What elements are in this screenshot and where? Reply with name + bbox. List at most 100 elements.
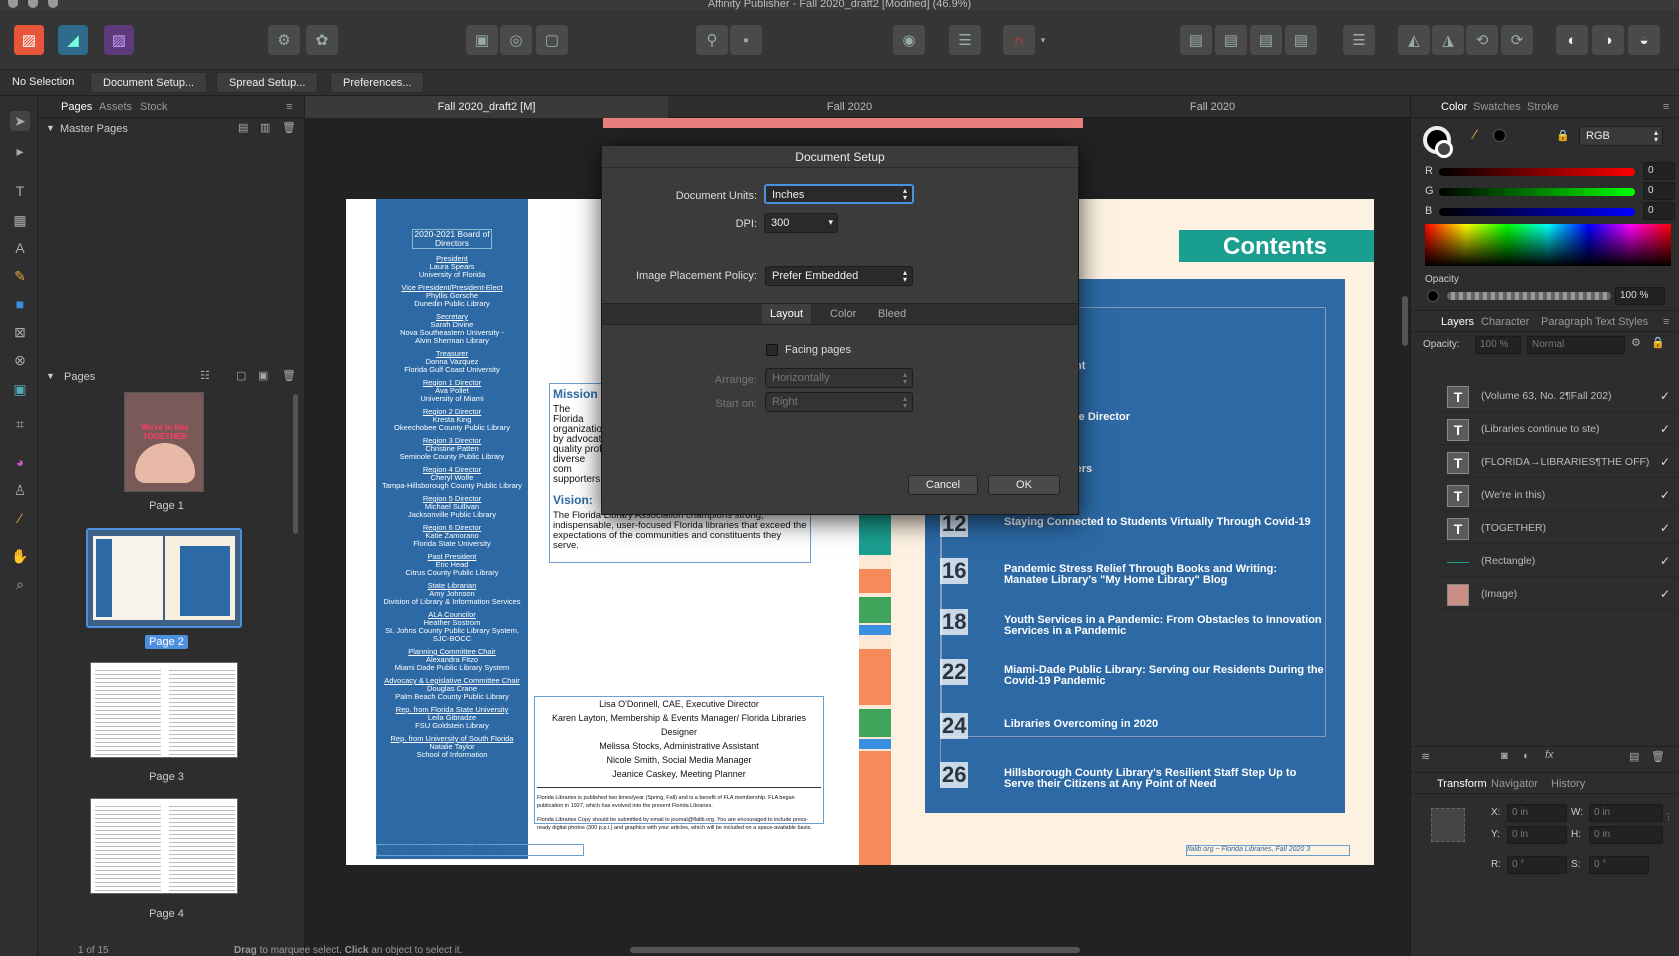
dpi-combo[interactable]: 300 ▾ bbox=[764, 213, 838, 233]
layer-row[interactable]: T (Libraries continue to ste) ✓ bbox=[1439, 415, 1679, 445]
text-wrap-icon[interactable]: ☰ bbox=[949, 25, 981, 55]
view-mode-trimmed-icon[interactable]: ▢ bbox=[536, 25, 568, 55]
visibility-checkbox[interactable]: ✓ bbox=[1660, 554, 1670, 568]
layer-row[interactable]: T (TOGETHER) ✓ bbox=[1439, 514, 1679, 544]
disclosure-triangle-icon[interactable]: ▼ bbox=[46, 371, 55, 381]
tab-stock[interactable]: Stock bbox=[140, 101, 168, 113]
ellipse-frame-tool-icon[interactable]: ⊗ bbox=[10, 350, 30, 370]
image-policy-select[interactable]: Prefer Embedded ▴ ▾ bbox=[765, 266, 913, 286]
delete-master-icon[interactable]: 🗑 bbox=[282, 121, 296, 134]
boolean-add-icon[interactable]: ◐ bbox=[1556, 25, 1588, 55]
disclosure-triangle-icon[interactable]: ▼ bbox=[46, 123, 55, 133]
anchor-icon[interactable]: ▪ bbox=[730, 25, 762, 55]
link-proportions-icon[interactable]: ⫶ bbox=[1667, 812, 1670, 825]
arrange-front-icon[interactable]: ▤ bbox=[1285, 25, 1317, 55]
visibility-checkbox[interactable]: ✓ bbox=[1660, 422, 1670, 436]
contents-header[interactable]: Contents bbox=[1179, 230, 1374, 262]
color-spectrum[interactable] bbox=[1425, 224, 1671, 266]
master-pages-header[interactable]: ▼ Master Pages ▤ ▥ 🗑 bbox=[38, 118, 305, 140]
document-setup-dialog[interactable]: Document Setup Document Units: Inches ▴ ▾… bbox=[601, 145, 1079, 515]
duplicate-master-icon[interactable]: ▥ bbox=[260, 121, 270, 134]
opacity-slider[interactable] bbox=[1447, 292, 1611, 300]
rectangle-tool-icon[interactable]: ■ bbox=[10, 294, 30, 314]
tab-color[interactable]: Color bbox=[830, 308, 856, 320]
duplicate-page-icon[interactable]: ▣ bbox=[258, 369, 268, 382]
adjustment-icon[interactable]: ◐ bbox=[1523, 750, 1530, 762]
align-icon[interactable]: ☰ bbox=[1343, 25, 1375, 55]
panel-menu-icon[interactable]: ≡ bbox=[1663, 101, 1669, 113]
contents-entry[interactable]: Libraries Overcoming in 2020 bbox=[1004, 719, 1324, 730]
color-model-select[interactable]: RGB ▴ ▾ bbox=[1579, 126, 1663, 146]
table-tool-icon[interactable]: ▦ bbox=[10, 210, 30, 230]
arrange-select[interactable]: Horizontally ▴ ▾ bbox=[765, 368, 913, 388]
eyedropper-icon[interactable]: ⁄ bbox=[1474, 126, 1476, 142]
tab-layout[interactable]: Layout bbox=[762, 304, 812, 324]
mask-icon[interactable]: ◙ bbox=[1501, 750, 1508, 762]
contents-entry[interactable]: Miami-Dade Public Library: Serving our R… bbox=[1004, 665, 1324, 687]
h-field[interactable]: 0 in bbox=[1589, 826, 1663, 844]
tab-paragraph[interactable]: Paragraph bbox=[1541, 316, 1592, 328]
preview-icon[interactable]: ◉ bbox=[893, 25, 925, 55]
picture-frame-tool-icon[interactable]: ⊠ bbox=[10, 322, 30, 342]
add-master-icon[interactable]: ▤ bbox=[238, 121, 248, 134]
delete-layer-icon[interactable]: 🗑 bbox=[1651, 750, 1665, 763]
spread-setup-button[interactable]: Spread Setup... bbox=[216, 72, 319, 93]
rotate-left-icon[interactable]: ⟲ bbox=[1466, 25, 1498, 55]
lock-icon[interactable]: 🔒 bbox=[1556, 129, 1570, 142]
fill-tool-icon[interactable]: ◕ bbox=[10, 452, 30, 472]
page-thumbnail-2-selected[interactable] bbox=[86, 528, 242, 628]
pages-header[interactable]: ▼ Pages ☷ ▢ ▣ 🗑 bbox=[38, 366, 305, 388]
fx-icon[interactable]: fx bbox=[1545, 749, 1554, 761]
minimize-window-button[interactable] bbox=[28, 0, 38, 8]
transparency-tool-icon[interactable]: ♙ bbox=[10, 480, 30, 500]
tab-swatches[interactable]: Swatches bbox=[1473, 101, 1521, 113]
snapping-icon[interactable]: ∩ bbox=[1003, 25, 1035, 55]
pen-tool-icon[interactable]: ✎ bbox=[10, 266, 30, 286]
photo-persona-icon[interactable]: ◢ bbox=[58, 25, 88, 55]
place-image-tool-icon[interactable]: ▣ bbox=[10, 379, 30, 399]
shear-field[interactable]: 0 ° bbox=[1589, 856, 1649, 874]
layer-lock-icon[interactable]: 🔒 bbox=[1651, 336, 1665, 349]
panel-menu-icon[interactable]: ≡ bbox=[286, 101, 292, 113]
tab-document-3[interactable]: Fall 2020 bbox=[1031, 101, 1394, 113]
tab-layers[interactable]: Layers bbox=[1441, 316, 1474, 328]
delete-page-icon[interactable]: 🗑 bbox=[282, 369, 296, 382]
arrange-forward-icon[interactable]: ▤ bbox=[1250, 25, 1282, 55]
chevron-down-icon[interactable]: ▾ bbox=[828, 217, 833, 228]
boolean-intersect-icon[interactable]: ◒ bbox=[1628, 25, 1660, 55]
contents-entry[interactable]: Hillsborough County Library's Resilient … bbox=[1004, 768, 1324, 790]
tab-assets[interactable]: Assets bbox=[99, 101, 132, 113]
contents-entry[interactable]: Pandemic Stress Relief Through Books and… bbox=[1004, 564, 1324, 586]
x-field[interactable]: 0 in bbox=[1507, 804, 1567, 822]
document-units-select[interactable]: Inches ▴ ▾ bbox=[764, 184, 914, 204]
layer-row[interactable]: (Rectangle) ✓ bbox=[1439, 547, 1679, 577]
tab-color[interactable]: Color bbox=[1441, 101, 1467, 113]
layer-row[interactable]: T (FLORIDA→LIBRARIES¶THE OFF) ✓ bbox=[1439, 448, 1679, 478]
flip-horizontal-icon[interactable]: ◭ bbox=[1398, 25, 1430, 55]
facing-pages-checkbox[interactable] bbox=[766, 344, 778, 356]
tab-history[interactable]: History bbox=[1551, 778, 1585, 790]
frame-text-tool-icon[interactable]: T bbox=[10, 181, 30, 201]
rotation-field[interactable]: 0 ° bbox=[1507, 856, 1567, 874]
preferences-button[interactable]: Preferences... bbox=[330, 72, 425, 93]
tab-text-styles[interactable]: Text Styles bbox=[1595, 316, 1648, 328]
b-field[interactable]: 0 bbox=[1643, 202, 1675, 220]
visibility-checkbox[interactable]: ✓ bbox=[1660, 488, 1670, 502]
page-thumbnail-3[interactable] bbox=[90, 662, 238, 758]
board-of-directors-column[interactable]: 2020-2021 Board of Directors President La… bbox=[376, 199, 528, 859]
layer-opacity-field[interactable]: 100 % bbox=[1475, 336, 1521, 354]
visibility-checkbox[interactable]: ✓ bbox=[1660, 521, 1670, 535]
cancel-button[interactable]: Cancel bbox=[908, 475, 978, 495]
pages-scrollbar[interactable] bbox=[293, 394, 298, 534]
tab-document-active[interactable]: Fall 2020_draft2 [M] bbox=[305, 96, 668, 118]
rotate-right-icon[interactable]: ⟳ bbox=[1501, 25, 1533, 55]
flip-vertical-icon[interactable]: ◮ bbox=[1432, 25, 1464, 55]
tab-pages[interactable]: Pages bbox=[61, 101, 92, 113]
tab-transform[interactable]: Transform bbox=[1437, 778, 1487, 790]
blend-mode-select[interactable]: Normal bbox=[1527, 336, 1625, 354]
y-field[interactable]: 0 in bbox=[1507, 826, 1567, 844]
view-mode-bleed-icon[interactable]: ◎ bbox=[500, 25, 532, 55]
view-tool-icon[interactable]: ✋ bbox=[10, 546, 30, 566]
ok-button[interactable]: OK bbox=[988, 475, 1060, 495]
arrange-back-icon[interactable]: ▤ bbox=[1180, 25, 1212, 55]
